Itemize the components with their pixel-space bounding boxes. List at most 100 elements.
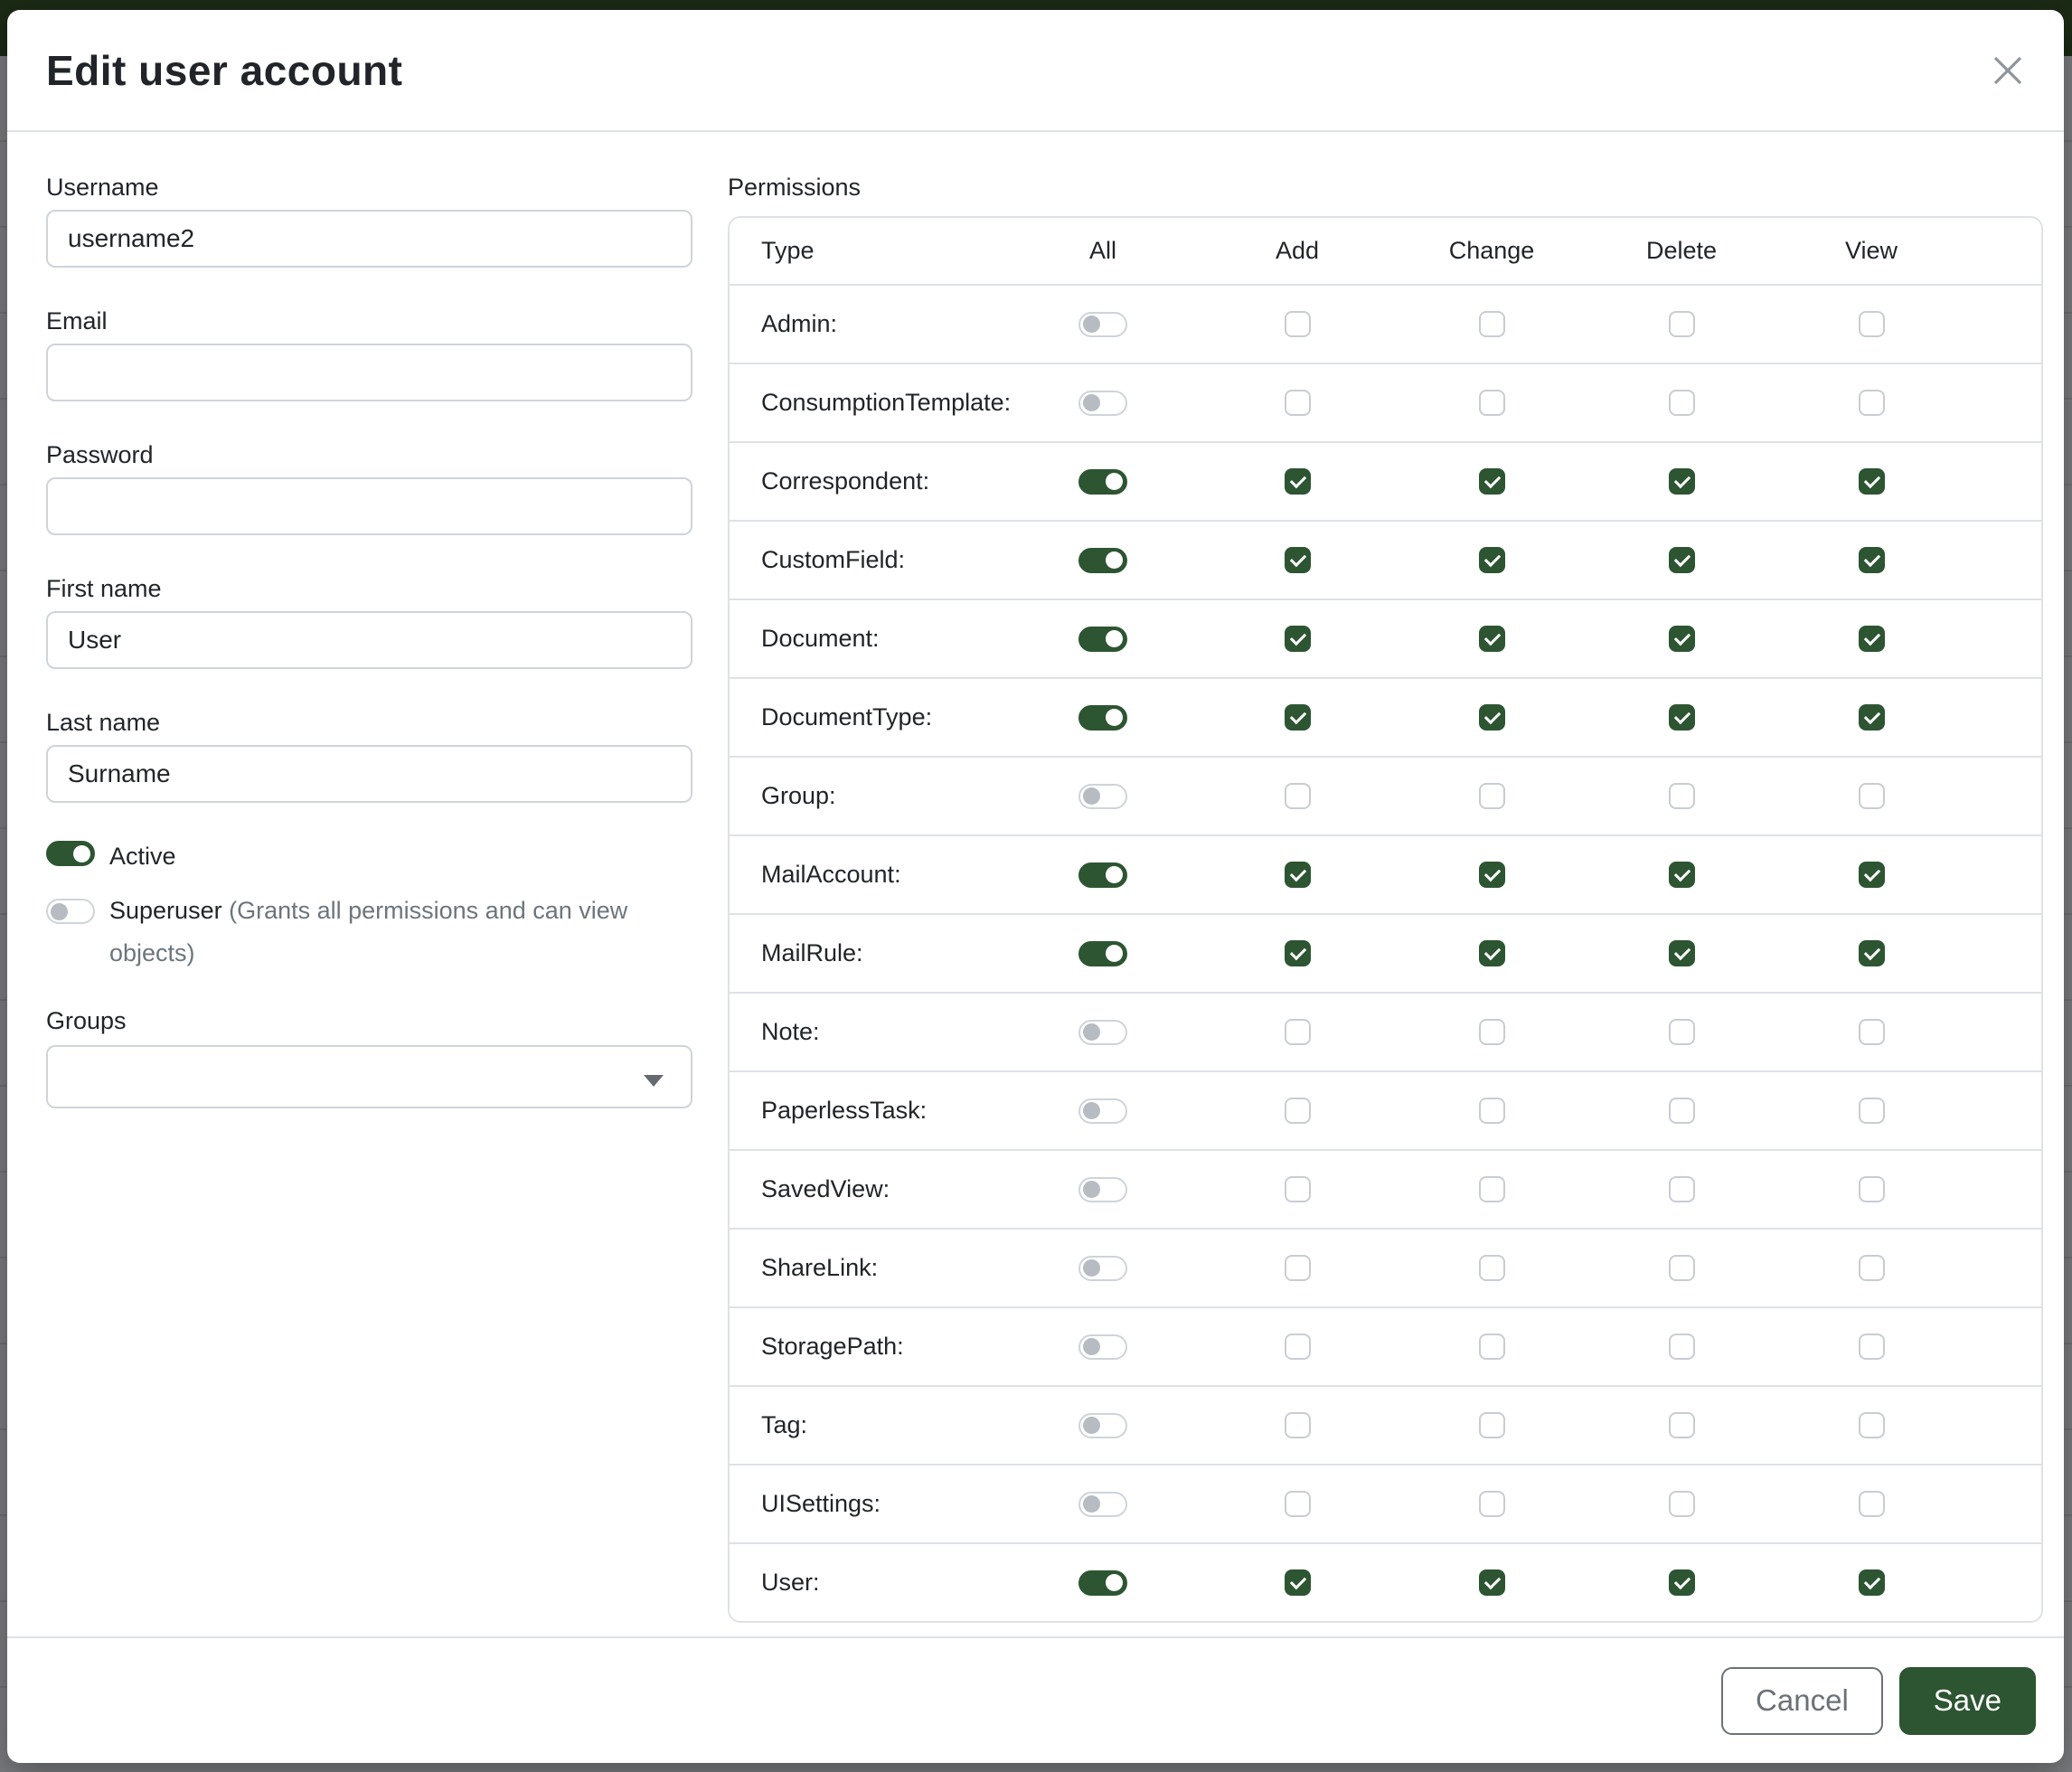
permission-add-checkbox[interactable] [1285,1098,1311,1124]
last-name-label: Last name [46,707,692,738]
permission-all-toggle[interactable] [1078,1570,1127,1596]
permission-delete-checkbox[interactable] [1669,862,1695,888]
email-input[interactable] [46,344,692,401]
permission-add-checkbox[interactable] [1285,940,1311,966]
permission-all-toggle[interactable] [1078,1334,1127,1360]
permission-add-checkbox[interactable] [1285,783,1311,809]
permission-delete-checkbox[interactable] [1669,311,1695,337]
permission-add-checkbox[interactable] [1285,1569,1311,1596]
permission-all-toggle[interactable] [1078,941,1127,966]
permission-change-checkbox[interactable] [1479,783,1505,809]
permission-view-checkbox[interactable] [1859,1491,1885,1517]
permission-delete-checkbox[interactable] [1669,1569,1695,1596]
permission-all-toggle[interactable] [1078,312,1127,337]
permission-add-checkbox[interactable] [1285,547,1311,573]
permission-all-toggle[interactable] [1078,391,1127,416]
permission-view-checkbox[interactable] [1859,1412,1885,1438]
first-name-input[interactable] [46,611,692,669]
permission-change-checkbox[interactable] [1479,311,1505,337]
permission-add-checkbox[interactable] [1285,1255,1311,1281]
permission-change-checkbox[interactable] [1479,940,1505,966]
permission-change-checkbox[interactable] [1479,1569,1505,1596]
permission-view-checkbox[interactable] [1859,940,1885,966]
permission-delete-checkbox[interactable] [1669,1176,1695,1202]
permission-add-checkbox[interactable] [1285,1334,1311,1360]
permission-row: Document: [730,599,2041,677]
username-input[interactable] [46,210,692,268]
permission-view-checkbox[interactable] [1859,547,1885,573]
permission-delete-checkbox[interactable] [1669,547,1695,573]
permission-view-checkbox[interactable] [1859,1255,1885,1281]
permission-add-checkbox[interactable] [1285,862,1311,888]
permission-view-checkbox[interactable] [1859,311,1885,337]
permission-change-checkbox[interactable] [1479,547,1505,573]
active-toggle[interactable] [46,841,95,866]
permission-view-checkbox[interactable] [1859,1019,1885,1045]
permission-all-toggle[interactable] [1078,1256,1127,1281]
permission-all-toggle[interactable] [1078,548,1127,573]
permission-delete-checkbox[interactable] [1669,1334,1695,1360]
permission-change-checkbox[interactable] [1479,468,1505,495]
permission-delete-checkbox[interactable] [1669,940,1695,966]
permission-change-checkbox[interactable] [1479,1491,1505,1517]
permission-all-toggle[interactable] [1078,1020,1127,1045]
permission-view-checkbox[interactable] [1859,390,1885,416]
superuser-toggle[interactable] [46,899,95,924]
permission-all-toggle[interactable] [1078,627,1127,652]
permission-all-toggle[interactable] [1078,1177,1127,1202]
permission-delete-checkbox[interactable] [1669,1491,1695,1517]
close-button[interactable] [1988,51,2028,90]
permission-all-toggle[interactable] [1078,1492,1127,1517]
permission-add-checkbox[interactable] [1285,468,1311,495]
permission-delete-checkbox[interactable] [1669,626,1695,652]
permission-change-checkbox[interactable] [1479,1098,1505,1124]
permission-delete-checkbox[interactable] [1669,1019,1695,1045]
permission-all-toggle[interactable] [1078,862,1127,888]
permission-change-checkbox[interactable] [1479,1176,1505,1202]
permission-view-checkbox[interactable] [1859,626,1885,652]
permission-change-checkbox[interactable] [1479,626,1505,652]
permission-add-checkbox[interactable] [1285,1019,1311,1045]
permission-all-toggle[interactable] [1078,784,1127,809]
permission-all-toggle[interactable] [1078,1098,1127,1124]
permission-view-checkbox[interactable] [1859,862,1885,888]
permission-view-checkbox[interactable] [1859,1569,1885,1596]
permission-all-toggle[interactable] [1078,705,1127,730]
permission-change-checkbox[interactable] [1479,1019,1505,1045]
permission-add-checkbox[interactable] [1285,1491,1311,1517]
permission-add-checkbox[interactable] [1285,704,1311,730]
cancel-button[interactable]: Cancel [1721,1667,1883,1735]
permission-view-checkbox[interactable] [1859,704,1885,730]
permission-delete-checkbox[interactable] [1669,1412,1695,1438]
permission-delete-checkbox[interactable] [1669,783,1695,809]
permission-delete-checkbox[interactable] [1669,1098,1695,1124]
permission-delete-checkbox[interactable] [1669,704,1695,730]
permission-view-checkbox[interactable] [1859,783,1885,809]
permission-add-checkbox[interactable] [1285,311,1311,337]
permission-view-checkbox[interactable] [1859,1098,1885,1124]
groups-select[interactable] [46,1045,692,1108]
email-field-group: Email [46,306,692,401]
permission-add-checkbox[interactable] [1285,1412,1311,1438]
permission-delete-checkbox[interactable] [1669,390,1695,416]
permission-add-checkbox[interactable] [1285,1176,1311,1202]
permission-change-checkbox[interactable] [1479,862,1505,888]
permission-delete-checkbox[interactable] [1669,468,1695,495]
permission-view-checkbox[interactable] [1859,468,1885,495]
permission-change-checkbox[interactable] [1479,1334,1505,1360]
save-button[interactable]: Save [1899,1667,2036,1735]
password-input[interactable] [46,477,692,535]
permission-delete-checkbox[interactable] [1669,1255,1695,1281]
permission-add-checkbox[interactable] [1285,626,1311,652]
permission-change-checkbox[interactable] [1479,390,1505,416]
permission-change-checkbox[interactable] [1479,1255,1505,1281]
permission-change-checkbox[interactable] [1479,1412,1505,1438]
permission-all-toggle[interactable] [1078,1413,1127,1438]
permission-view-checkbox[interactable] [1859,1176,1885,1202]
permission-add-checkbox[interactable] [1285,390,1311,416]
permission-view-checkbox[interactable] [1859,1334,1885,1360]
last-name-input[interactable] [46,745,692,803]
username-label: Username [46,172,692,203]
permission-all-toggle[interactable] [1078,469,1127,495]
permission-change-checkbox[interactable] [1479,704,1505,730]
